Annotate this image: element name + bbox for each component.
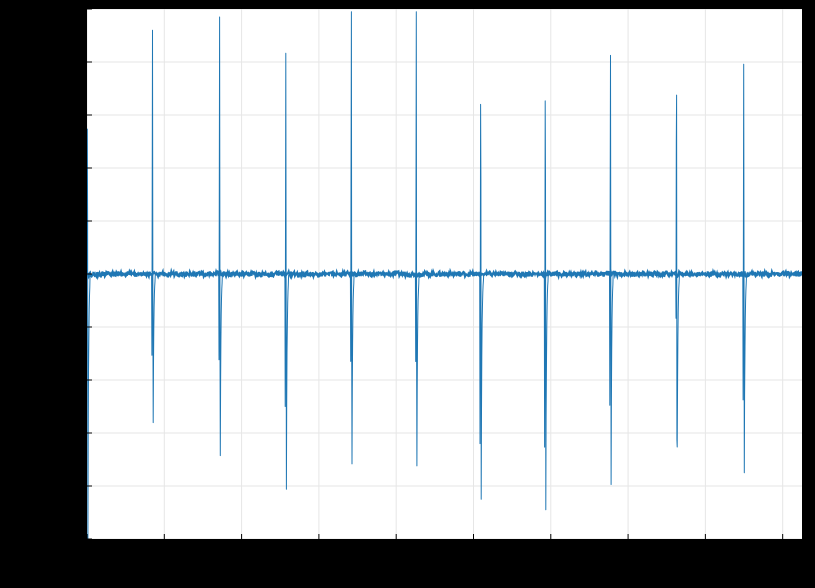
x-tick-label: 8 bbox=[700, 547, 709, 564]
y-tick-label: 0 bbox=[67, 265, 76, 282]
y-tick-label: 0.2 bbox=[54, 212, 76, 229]
x-tick-label: 7 bbox=[623, 547, 632, 564]
y-tick-label: 0.6 bbox=[54, 106, 76, 123]
y-tick-label: -0.4 bbox=[48, 371, 76, 388]
y-tick-label: -1 bbox=[62, 530, 76, 547]
y-tick-label: -0.2 bbox=[48, 318, 76, 335]
y-tick-labels: -1 -0.8 -0.6 -0.4 -0.2 0 0.2 0.4 0.6 0.8 1 bbox=[48, 0, 76, 547]
x-tick-label: 4 bbox=[391, 547, 400, 564]
x-tick-label: 1 bbox=[159, 547, 168, 564]
figure: { "chart_data": { "type": "line", "title… bbox=[0, 0, 815, 588]
x-axis-label: Time (seconds) bbox=[389, 569, 499, 586]
y-tick-label: 0.8 bbox=[54, 53, 76, 70]
y-tick-label: 0.4 bbox=[54, 159, 76, 176]
x-tick-label: 5 bbox=[468, 547, 477, 564]
x-tick-label: 9 bbox=[777, 547, 786, 564]
y-axis-label: Amplitude bbox=[21, 237, 38, 308]
x-tick-label: 6 bbox=[545, 547, 554, 564]
x-tick-labels: 0 1 2 3 4 5 6 7 8 9 bbox=[82, 547, 787, 564]
y-tick-label: 1 bbox=[67, 0, 76, 17]
y-tick-label: -0.8 bbox=[48, 477, 76, 494]
y-tick-label: -0.6 bbox=[48, 424, 76, 441]
x-tick-label: 3 bbox=[313, 547, 322, 564]
plot-area bbox=[86, 8, 803, 540]
x-tick-label: 2 bbox=[236, 547, 245, 564]
x-tick-label: 0 bbox=[82, 547, 91, 564]
